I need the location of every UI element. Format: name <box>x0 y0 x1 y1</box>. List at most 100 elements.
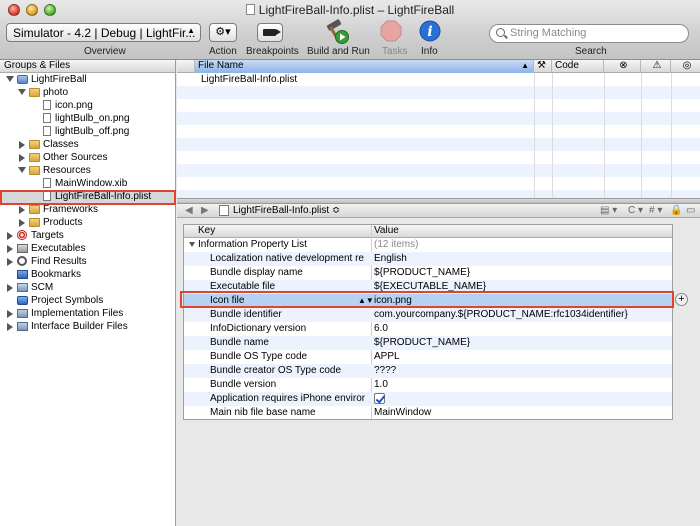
xcode-window: LightFireBall-Info.plist – LightFireBall… <box>0 0 700 526</box>
col-value[interactable]: Value <box>374 225 399 237</box>
split-editor-icon[interactable]: ▭ <box>686 204 695 217</box>
search-icon <box>496 28 505 37</box>
tree-item-lightbulb-on[interactable]: lightBulb_on.png <box>0 112 175 125</box>
plist-row[interactable]: Bundle identifier com.yourcompany.${PRODU… <box>184 308 672 322</box>
tree-item-resources[interactable]: Resources <box>0 164 175 177</box>
sidebar-header: Groups & Files <box>0 60 175 73</box>
tree-item-executables[interactable]: Executables <box>0 242 175 255</box>
file-icon <box>43 113 51 123</box>
plist-root-value: (12 items) <box>374 239 419 250</box>
plist-key: Localization native development re <box>210 253 364 264</box>
overview-popup[interactable]: Simulator - 4.2 | Debug | LightFir... ▲ <box>6 23 201 42</box>
include-popup[interactable]: # ▾ <box>649 204 662 217</box>
file-icon <box>43 100 51 110</box>
col-errors[interactable]: ⊗ <box>604 60 641 73</box>
plist-row[interactable]: Bundle name ${PRODUCT_NAME} <box>184 336 672 350</box>
hammer-icon: ⚒ <box>537 60 546 71</box>
folder-icon <box>29 88 40 97</box>
tree-item-label: SCM <box>31 282 54 293</box>
search-input[interactable]: String Matching <box>489 24 689 43</box>
plist-key: Application requires iPhone enviror <box>210 393 366 404</box>
breakpoints-button[interactable] <box>257 23 283 42</box>
requires-iphone-checkbox[interactable] <box>374 393 385 404</box>
tree-item-scm[interactable]: SCM <box>0 281 175 294</box>
tree-item-photo[interactable]: photo <box>0 86 175 99</box>
window-title-text: LightFireBall-Info.plist – LightFireBall <box>258 3 455 17</box>
folder-icon <box>29 166 40 175</box>
tree-item-label: MainWindow.xib <box>55 178 128 189</box>
plist-row[interactable]: Application requires iPhone enviror <box>184 392 672 406</box>
back-arrow-icon[interactable]: ◀ <box>185 204 193 217</box>
action-label: Action <box>209 46 237 57</box>
plist-value: 6.0 <box>374 323 388 334</box>
info-label: Info <box>421 46 438 57</box>
tree-item-project-symbols[interactable]: Project Symbols <box>0 294 175 307</box>
tree-item-other-sources[interactable]: Other Sources <box>0 151 175 164</box>
col-hammer[interactable]: ⚒ <box>534 60 552 73</box>
overview-value: Simulator - 4.2 | Debug | LightFir... <box>13 26 196 40</box>
tree-item-implementation-files[interactable]: Implementation Files <box>0 307 175 320</box>
executable-icon <box>17 244 28 253</box>
tree-item-lightbulb-off[interactable]: lightBulb_off.png <box>0 125 175 138</box>
build-and-run-button[interactable] <box>323 18 349 44</box>
file-list: File Name ▲ ⚒ Code ⊗ ⚠ ◎ LightFireBall-In… <box>177 60 700 198</box>
class-popup[interactable]: C ▾ <box>628 204 643 217</box>
tree-item-targets[interactable]: Targets <box>0 229 175 242</box>
tree-item-label: Targets <box>31 230 64 241</box>
action-button[interactable]: ⚙▾ <box>209 23 237 42</box>
svg-text:i: i <box>427 24 432 40</box>
tree-item-classes[interactable]: Classes <box>0 138 175 151</box>
plist-value: English <box>374 253 407 264</box>
plist-row[interactable]: InfoDictionary version 6.0 <box>184 322 672 336</box>
col-target[interactable]: ◎ <box>671 60 700 73</box>
function-popup[interactable]: ▤ ▾ <box>600 204 617 217</box>
plist-row[interactable]: Localization native development re Englis… <box>184 252 672 266</box>
tasks-button[interactable] <box>380 20 402 42</box>
plist-row[interactable]: Bundle display name ${PRODUCT_NAME} <box>184 266 672 280</box>
disclosure-open-icon[interactable] <box>189 242 195 247</box>
tasks-label: Tasks <box>382 46 408 57</box>
plist-root-row[interactable]: Information Property List (12 items) <box>184 238 672 252</box>
info-button[interactable]: i <box>419 20 441 42</box>
plist-key: Bundle version <box>210 379 277 390</box>
breakpoint-arrow-icon <box>263 29 281 36</box>
error-icon: ⊗ <box>619 60 628 71</box>
overview-label: Overview <box>84 46 126 57</box>
plist-key: Bundle display name <box>210 267 303 278</box>
tree-item-find-results[interactable]: Find Results <box>0 255 175 268</box>
tree-item-products[interactable]: Products <box>0 216 175 229</box>
tree-item-label: Implementation Files <box>31 308 124 319</box>
col-filename[interactable]: File Name ▲ <box>195 60 534 73</box>
tree-item-ib-files[interactable]: Interface Builder Files <box>0 320 175 333</box>
smart-group-icon <box>17 322 28 331</box>
forward-arrow-icon[interactable]: ▶ <box>201 204 209 217</box>
col-warnings[interactable]: ⚠ <box>641 60 671 73</box>
window-title: LightFireBall-Info.plist – LightFireBall <box>0 3 700 17</box>
add-row-button[interactable]: + <box>675 293 688 306</box>
col-key[interactable]: Key <box>198 225 215 237</box>
tree-item-project[interactable]: LightFireBall <box>0 73 175 86</box>
tree-item-label: Project Symbols <box>31 295 104 306</box>
target-icon: ◎ <box>682 60 692 71</box>
plist-value: ${PRODUCT_NAME} <box>374 337 471 348</box>
highlight-box-sidebar <box>0 190 176 205</box>
symbols-icon <box>17 296 28 305</box>
plist-row[interactable]: Bundle version 1.0 <box>184 378 672 392</box>
plist-key: Bundle identifier <box>210 309 282 320</box>
tree-item-icon-png[interactable]: icon.png <box>0 99 175 112</box>
file-popup[interactable]: LightFireBall-Info.plist ≎ <box>233 204 340 217</box>
plist-row[interactable]: Main nib file base name MainWindow <box>184 406 672 420</box>
file-row[interactable]: LightFireBall-Info.plist <box>201 73 297 86</box>
search-label: Search <box>575 46 607 57</box>
plist-row[interactable]: Bundle creator OS Type code???? <box>184 364 672 378</box>
file-icon <box>43 126 51 136</box>
tree-item-bookmarks[interactable]: Bookmarks <box>0 268 175 281</box>
tree-item-label: Products <box>43 217 83 228</box>
file-list-header: File Name ▲ ⚒ Code ⊗ ⚠ ◎ <box>177 60 700 73</box>
tree-item-mainwindow-xib[interactable]: MainWindow.xib <box>0 177 175 190</box>
col-code[interactable]: Code <box>552 60 604 73</box>
plist-row[interactable]: Bundle OS Type code APPL <box>184 350 672 364</box>
lock-icon[interactable]: 🔒 <box>670 204 682 217</box>
plist-header: Key Value <box>184 225 672 238</box>
col-status[interactable] <box>177 60 195 73</box>
